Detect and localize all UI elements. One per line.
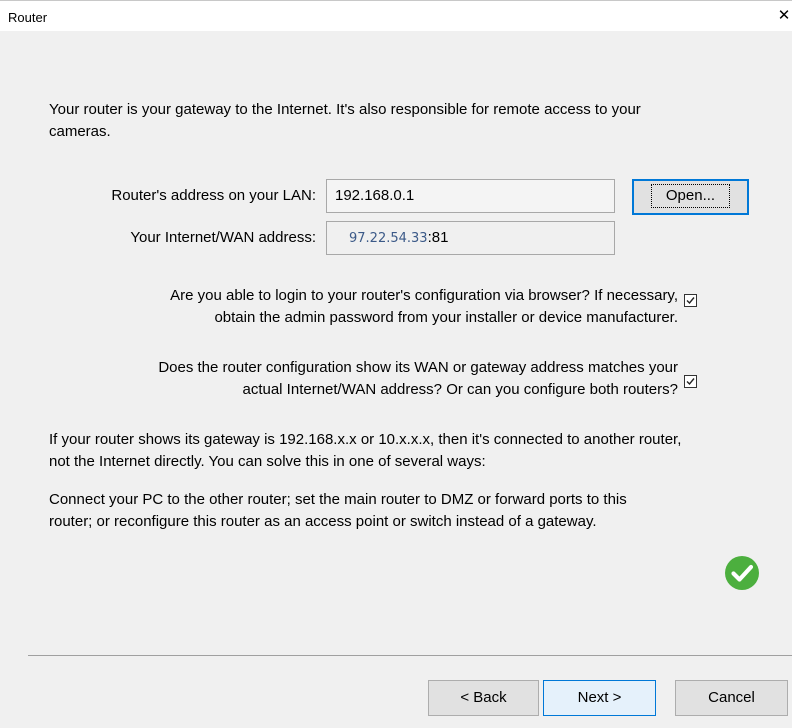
open-button-label: Open... [650,184,731,208]
next-button[interactable]: Next > [543,680,656,716]
open-button[interactable]: Open... [632,179,749,215]
back-button-label: < Back [460,689,507,706]
question-wan: Does the router configuration show its W… [158,357,678,401]
question-login-line-1: Are you able to login to your router's c… [170,287,678,304]
intro-text: Your router is your gateway to the Inter… [49,99,641,143]
info-paragraph-1: If your router shows its gateway is 192.… [49,429,681,473]
question-login-line-2: obtain the admin password from your inst… [214,309,678,326]
login-checkbox[interactable] [684,294,697,307]
lan-address-value: 192.168.0.1 [335,187,415,204]
info-p2-line-2: router; or reconfigure this router as an… [49,513,597,530]
checkmark-icon [686,297,695,305]
info-paragraph-2: Connect your PC to the other router; set… [49,489,627,533]
close-icon[interactable]: ✕ [776,7,792,25]
wan-ip-value: 97.22.54.33 [349,231,428,246]
cancel-button[interactable]: Cancel [675,680,788,716]
cancel-button-label: Cancel [708,689,755,706]
info-p1-line-1: If your router shows its gateway is 192.… [49,431,682,448]
title-bar: Router ✕ [0,1,792,31]
check-circle-icon [725,556,759,590]
footer-divider [28,655,792,656]
wan-port-value: :81 [427,229,449,246]
question-wan-line-2: actual Internet/WAN address? Or can you … [242,381,678,398]
next-button-label: Next > [577,689,622,706]
wan-checkbox[interactable] [684,375,697,388]
checkmark-icon [686,378,695,386]
window-title: Router [8,10,48,25]
lan-address-field[interactable]: 192.168.0.1 [326,179,615,213]
info-p1-line-2: not the Internet directly. You can solve… [49,453,486,470]
intro-line-1: Your router is your gateway to the Inter… [49,101,641,118]
back-button[interactable]: < Back [428,680,539,716]
wan-address-label: Your Internet/WAN address: [130,229,316,246]
info-p2-line-1: Connect your PC to the other router; set… [49,491,627,508]
intro-line-2: cameras. [49,123,111,140]
lan-address-label: Router's address on your LAN: [111,187,316,204]
question-login: Are you able to login to your router's c… [170,285,678,329]
wan-address-field: 97.22.54.33:81 [326,221,615,255]
question-wan-line-1: Does the router configuration show its W… [158,359,678,376]
router-dialog: Router ✕ Your router is your gateway to … [0,0,792,728]
